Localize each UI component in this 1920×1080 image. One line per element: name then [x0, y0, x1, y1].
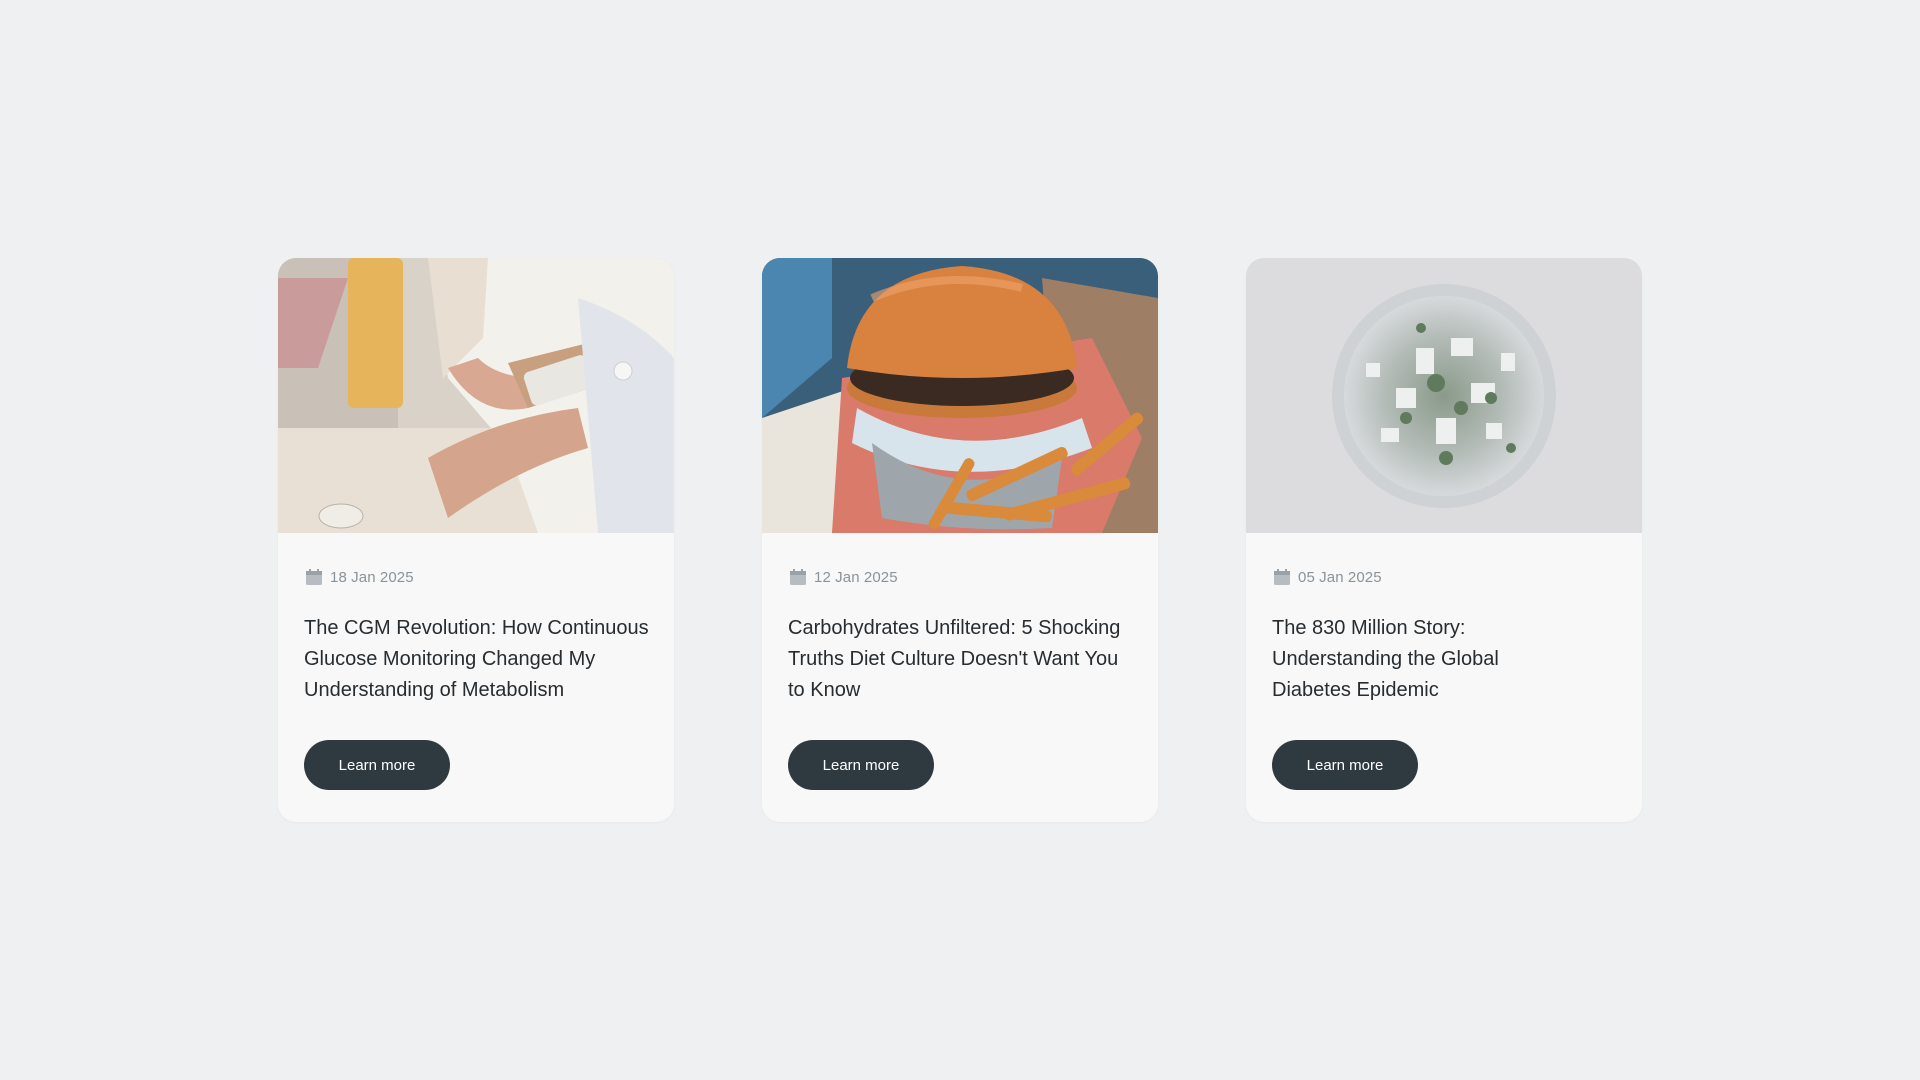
learn-more-button[interactable]: Learn more: [304, 740, 450, 790]
calendar-icon: [1273, 568, 1291, 586]
article-date: 12 Jan 2025: [814, 568, 898, 586]
article-card: 12 Jan 2025 Carbohydrates Unfiltered: 5 …: [762, 258, 1158, 822]
article-title[interactable]: The 830 Million Story: Understanding the…: [1272, 613, 1532, 706]
article-date: 05 Jan 2025: [1298, 568, 1382, 586]
article-date-row: 05 Jan 2025: [1273, 568, 1382, 586]
article-date-row: 18 Jan 2025: [305, 568, 414, 586]
article-card: 18 Jan 2025 The CGM Revolution: How Cont…: [278, 258, 674, 822]
article-image-planet: [1246, 258, 1642, 533]
learn-more-button[interactable]: Learn more: [788, 740, 934, 790]
article-card-list: 18 Jan 2025 The CGM Revolution: How Cont…: [278, 258, 1642, 822]
learn-more-button[interactable]: Learn more: [1272, 740, 1418, 790]
article-date-row: 12 Jan 2025: [789, 568, 898, 586]
article-title[interactable]: The CGM Revolution: How Continuous Gluco…: [304, 613, 654, 706]
article-image-burger: [762, 258, 1158, 533]
calendar-icon: [305, 568, 323, 586]
calendar-icon: [789, 568, 807, 586]
article-title[interactable]: Carbohydrates Unfiltered: 5 Shocking Tru…: [788, 613, 1138, 706]
article-image-cgm: [278, 258, 674, 533]
article-card: 05 Jan 2025 The 830 Million Story: Under…: [1246, 258, 1642, 822]
article-date: 18 Jan 2025: [330, 568, 414, 586]
